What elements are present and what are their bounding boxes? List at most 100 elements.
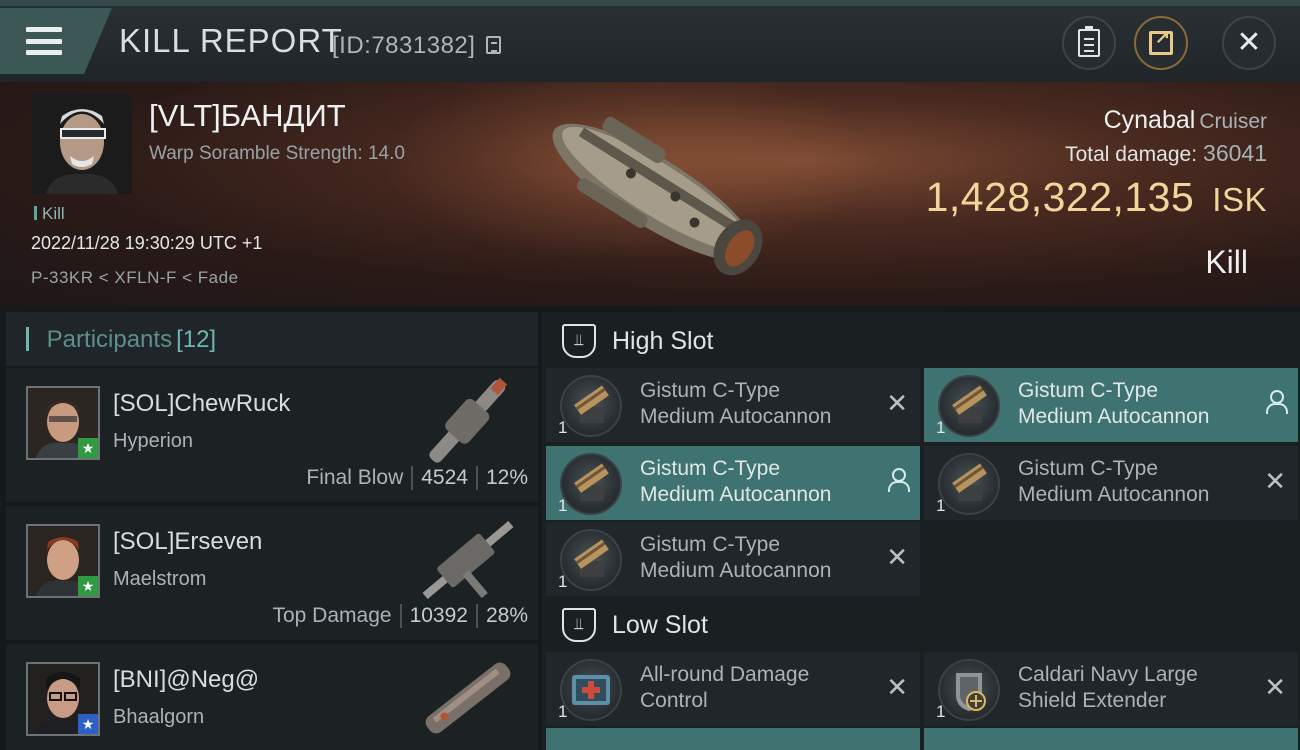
- module-item-partial[interactable]: [546, 728, 920, 750]
- module-name: Gistum C-Type Medium Autocannon: [1018, 457, 1210, 506]
- isk-amount: 1,428,322,135: [925, 174, 1195, 220]
- autocannon-icon: [560, 529, 622, 591]
- module-item[interactable]: 1 Caldari Navy Large Shield Extender ✕: [924, 652, 1298, 726]
- participant-damage: 4524: [421, 466, 468, 489]
- module-item[interactable]: 1 All-round Damage Control ✕: [546, 652, 920, 726]
- divider: [475, 466, 478, 490]
- destroyed-icon: ✕: [886, 388, 908, 418]
- participant-ship: Bhaalgorn: [113, 706, 205, 728]
- total-damage: Total damage: 36041: [1065, 140, 1267, 167]
- report-kind: Kill: [1205, 244, 1248, 280]
- high-slot-icon: ⫫: [562, 324, 596, 358]
- module-name: All-round Damage Control: [640, 663, 810, 712]
- participant-ship-image: [425, 662, 511, 734]
- damage-label: Total damage:: [1065, 143, 1198, 166]
- participant-row[interactable]: ★ [SOL]Erseven Maelstrom Top Damage 1039…: [6, 506, 538, 640]
- module-quantity: 1: [936, 496, 946, 515]
- participant-ship-image: [422, 520, 514, 600]
- ship-name[interactable]: Cynabal: [1104, 106, 1196, 134]
- dropped-person-icon: [888, 468, 910, 494]
- participant-name: [BNI]@Neg@: [113, 666, 260, 693]
- module-item-partial[interactable]: [924, 728, 1298, 750]
- module-item[interactable]: 1 Gistum C-Type Medium Autocannon ✕: [924, 446, 1298, 520]
- module-quantity: 1: [936, 418, 946, 437]
- kill-location[interactable]: P-33KR < XFLN-F < Fade: [31, 268, 239, 288]
- participant-ship: Maelstrom: [113, 568, 207, 590]
- standing-badge: ★: [78, 576, 98, 596]
- participant-row[interactable]: ★ [BNI]@Neg@ Bhaalgorn: [6, 644, 538, 750]
- copy-icon[interactable]: [486, 36, 501, 54]
- module-quantity: 1: [558, 418, 568, 437]
- standing-badge: ★: [78, 714, 98, 734]
- close-button[interactable]: ✕: [1222, 16, 1276, 70]
- autocannon-icon: [938, 375, 1000, 437]
- module-item[interactable]: 1 Gistum C-Type Medium Autocannon: [924, 368, 1298, 442]
- participants-title: Participants [12]: [26, 326, 216, 354]
- module-name: Gistum C-Type Medium Autocannon: [640, 457, 832, 506]
- kill-tag: Kill: [34, 204, 65, 224]
- participant-ship-image: [429, 377, 508, 463]
- participant-stats: Final Blow 4524 12%: [306, 466, 528, 490]
- participant-stats: Top Damage 10392 28%: [272, 604, 528, 628]
- module-name: Gistum C-Type Medium Autocannon: [640, 379, 832, 428]
- participant-row[interactable]: ★ [SOL]ChewRuck Hyperion Final Blow 4524…: [6, 368, 538, 502]
- module-quantity: 1: [558, 702, 568, 721]
- low-slot-icon: ⫫: [562, 608, 596, 642]
- participant-role: Top Damage: [272, 604, 392, 627]
- isk-unit: ISK: [1212, 181, 1267, 218]
- low-slot-title: Low Slot: [612, 610, 708, 639]
- participant-name: [SOL]ChewRuck: [113, 390, 291, 417]
- participant-percent: 12%: [485, 466, 528, 489]
- victim-portrait[interactable]: [32, 94, 132, 194]
- top-edge: [0, 0, 1300, 6]
- victim-name[interactable]: [VLT]БАНДИТ: [149, 98, 346, 134]
- damage-value: 36041: [1203, 140, 1267, 166]
- module-item[interactable]: 1 Gistum C-Type Medium Autocannon ✕: [546, 522, 920, 596]
- damage-control-icon: [560, 659, 622, 721]
- module-name: Gistum C-Type Medium Autocannon: [1018, 379, 1210, 428]
- menu-icon: [26, 27, 62, 55]
- participant-damage: 10392: [409, 604, 468, 627]
- participants-header: Participants [12]: [6, 312, 538, 366]
- module-quantity: 1: [936, 702, 946, 721]
- isk-value: 1,428,322,135 ISK: [926, 174, 1267, 221]
- autocannon-icon: [560, 375, 622, 437]
- share-button[interactable]: [1134, 16, 1188, 70]
- destroyed-icon: ✕: [1264, 466, 1286, 496]
- module-name: Gistum C-Type Medium Autocannon: [640, 533, 832, 582]
- module-item[interactable]: 1 Gistum C-Type Medium Autocannon ✕: [546, 368, 920, 442]
- participant-ship: Hyperion: [113, 430, 194, 452]
- shield-extender-icon: [938, 659, 1000, 721]
- participant-name: [SOL]Erseven: [113, 528, 263, 555]
- participant-percent: 28%: [485, 604, 528, 627]
- victim-subtitle: Warp Soramble Strength: 14.0: [149, 143, 405, 164]
- autocannon-icon: [560, 453, 622, 515]
- participant-avatar[interactable]: ★: [26, 386, 100, 460]
- high-slot-title: High Slot: [612, 326, 714, 355]
- share-icon: [1149, 27, 1173, 55]
- divider: [399, 604, 402, 628]
- low-slot-header: ⫫ Low Slot: [546, 598, 1300, 652]
- dropped-person-icon: [1266, 390, 1288, 416]
- top-bar: KILL REPORT [ID:7831382] ✕: [0, 0, 1300, 82]
- divider: [475, 604, 478, 628]
- report-id: [ID:7831382]: [332, 32, 476, 59]
- clipboard-icon: [1078, 26, 1100, 57]
- destroyed-icon: ✕: [886, 672, 908, 702]
- participants-label: Participants: [46, 326, 173, 353]
- high-slot-header: ⫫ High Slot: [546, 314, 1300, 368]
- menu-button[interactable]: [0, 8, 112, 74]
- clipboard-button[interactable]: [1062, 16, 1116, 70]
- participant-role: Final Blow: [306, 466, 404, 489]
- close-icon: ✕: [1236, 26, 1262, 59]
- participant-avatar[interactable]: ★: [26, 662, 100, 736]
- ship-info: Cynabal Cruiser: [1104, 106, 1267, 135]
- ship-class: Cruiser: [1199, 110, 1267, 133]
- module-quantity: 1: [558, 496, 568, 515]
- autocannon-icon: [938, 453, 1000, 515]
- destroyed-icon: ✕: [886, 542, 908, 572]
- participant-avatar[interactable]: ★: [26, 524, 100, 598]
- module-item[interactable]: 1 Gistum C-Type Medium Autocannon: [546, 446, 920, 520]
- victim-ship-image: [552, 116, 763, 276]
- module-quantity: 1: [558, 572, 568, 591]
